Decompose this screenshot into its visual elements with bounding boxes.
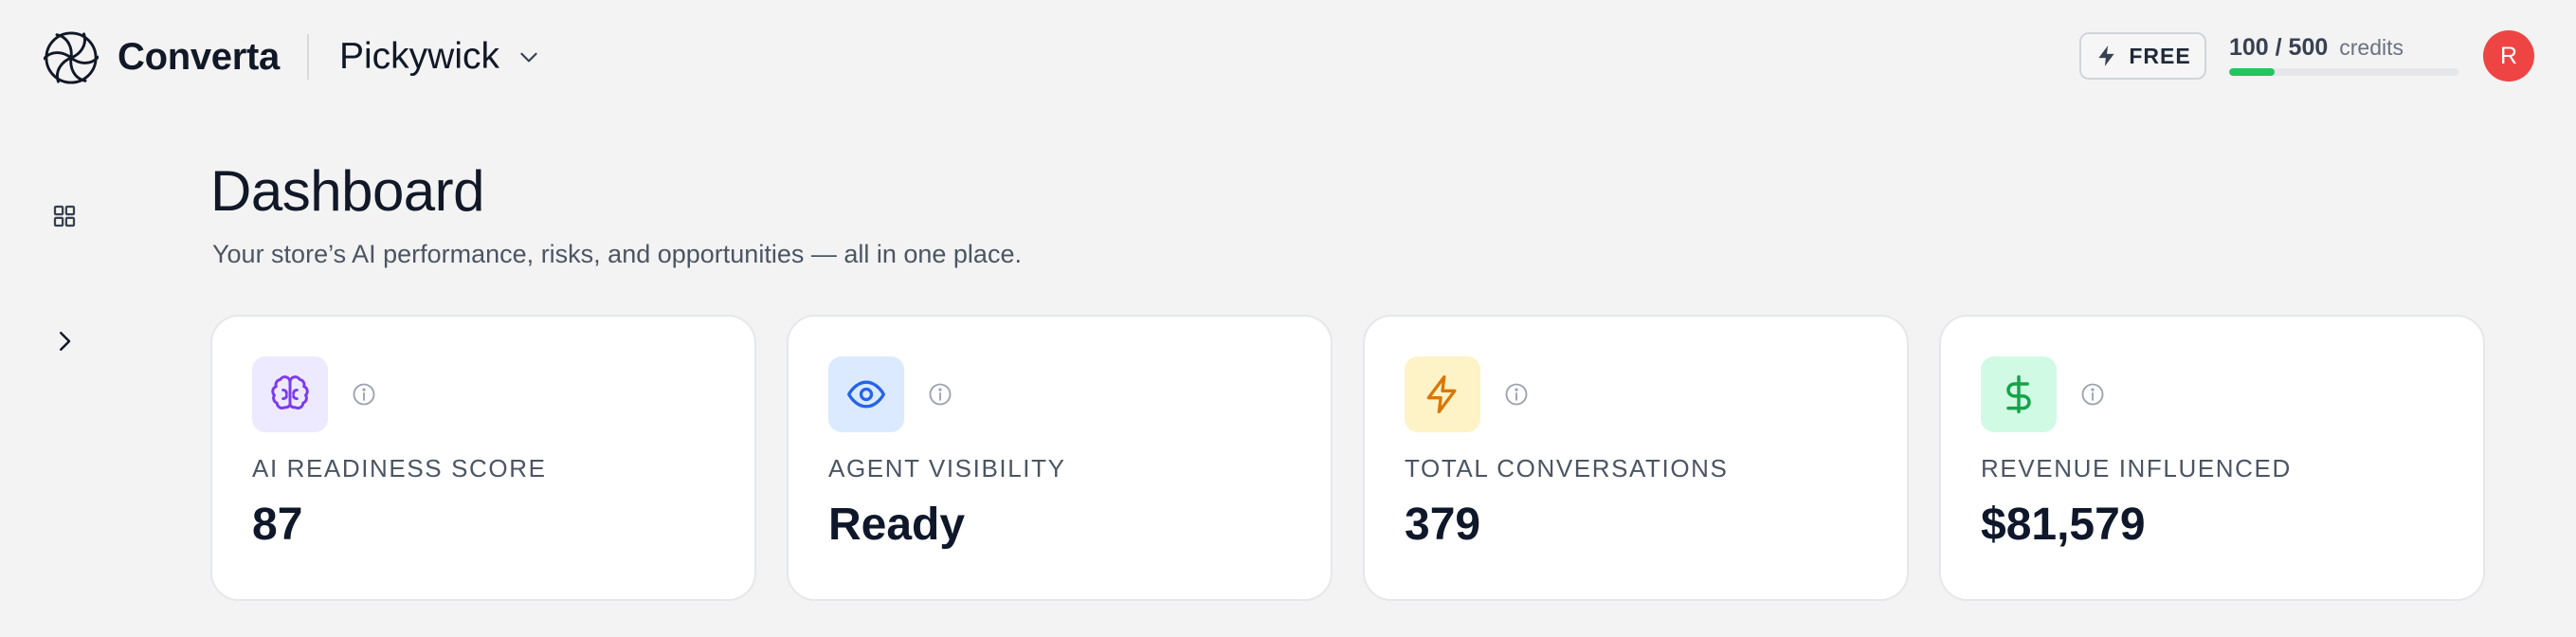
stat-card-agent-visibility: AGENT VISIBILITY Ready (787, 315, 1333, 601)
credits-unit-label: credits (2339, 35, 2404, 60)
user-avatar[interactable]: R (2483, 30, 2534, 82)
card-label: AGENT VISIBILITY (828, 454, 1066, 482)
card-value: 87 (252, 500, 303, 550)
card-value: 379 (1405, 500, 1481, 550)
stat-card-revenue-influenced: REVENUE INFLUENCED $81,579 (1939, 315, 2485, 601)
credits-progress-track (2229, 68, 2458, 76)
credits-meter: 100 / 500 credits (2229, 34, 2462, 82)
stat-cards: AI READINESS SCORE 87 AGENT VISIBILITY R… (210, 315, 2485, 601)
top-bar: Converta Pickywick FREE 100 / 500 credit… (0, 0, 2576, 114)
card-label: TOTAL CONVERSATIONS (1405, 454, 1729, 482)
store-switcher[interactable]: Pickywick (339, 32, 541, 82)
brain-icon (271, 375, 309, 410)
chevron-down-icon (520, 52, 537, 63)
eye-icon (847, 380, 885, 409)
header-divider (307, 34, 309, 80)
lightning-icon (2098, 46, 2114, 66)
info-icon[interactable] (351, 381, 377, 408)
stat-card-total-conversations: TOTAL CONVERSATIONS 379 (1363, 315, 1909, 601)
credits-progress-fill (2229, 68, 2276, 76)
page-subtitle: Your store’s AI performance, risks, and … (212, 240, 1022, 268)
sidebar-item-dashboard[interactable] (44, 195, 85, 237)
card-icon-box (252, 356, 328, 432)
card-icon-box (1405, 356, 1480, 432)
plan-badge[interactable]: FREE (2079, 32, 2206, 80)
info-icon[interactable] (927, 381, 953, 408)
chevron-right-icon (60, 332, 71, 351)
card-label: REVENUE INFLUENCED (1981, 454, 2292, 482)
card-value: Ready (828, 500, 966, 550)
card-value: $81,579 (1981, 500, 2146, 550)
app-name: Converta (118, 36, 280, 78)
lightning-icon (1426, 375, 1457, 413)
card-label: AI READINESS SCORE (252, 454, 547, 482)
sidebar-expand-button[interactable] (44, 320, 85, 362)
plan-label: FREE (2129, 43, 2191, 68)
page-title: Dashboard (210, 159, 485, 223)
info-icon[interactable] (2079, 381, 2106, 408)
card-icon-box (828, 356, 904, 432)
info-icon[interactable] (1503, 381, 1530, 408)
credits-used: 100 / 500 (2229, 34, 2329, 61)
spiral-logo-icon[interactable] (43, 30, 100, 85)
grid-icon (53, 205, 76, 228)
store-name: Pickywick (339, 36, 500, 77)
dollar-icon (2006, 374, 2031, 414)
card-icon-box (1981, 356, 2057, 432)
stat-card-ai-readiness: AI READINESS SCORE 87 (210, 315, 756, 601)
